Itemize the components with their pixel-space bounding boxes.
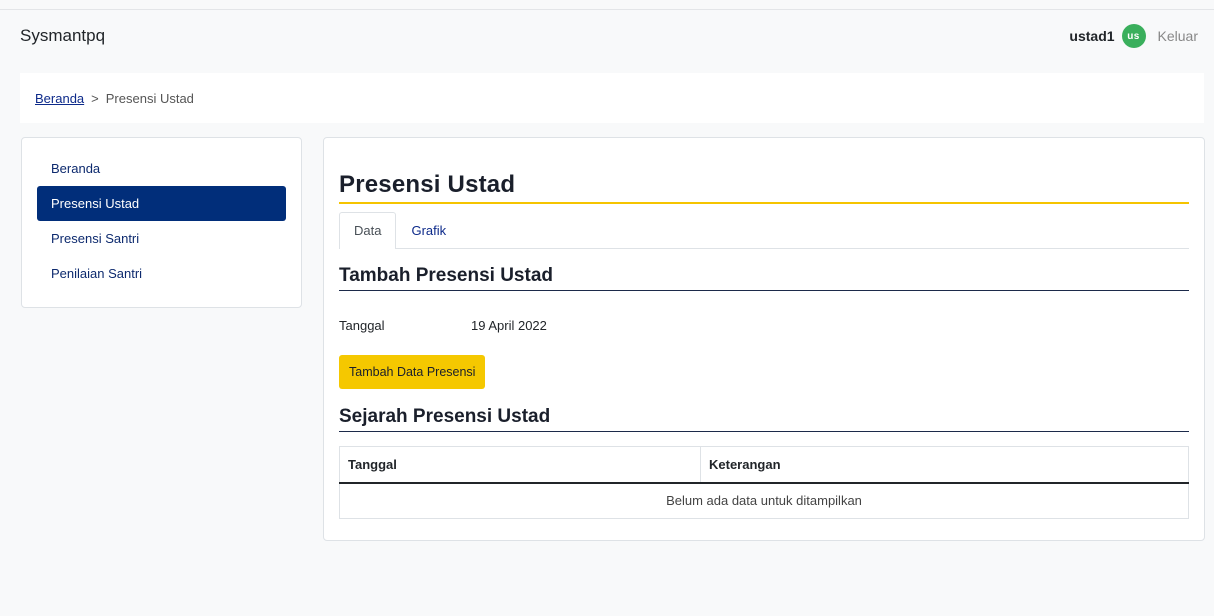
tab-grafik[interactable]: Grafik — [396, 212, 461, 248]
main-panel: Presensi Ustad Data Grafik Tambah Presen… — [323, 137, 1205, 541]
attendance-history-table: Tanggal Keterangan Belum ada data untuk … — [339, 446, 1189, 519]
tab-bar: Data Grafik — [339, 212, 1189, 249]
table-header-row: Tanggal Keterangan — [339, 446, 1189, 484]
date-label: Tanggal — [339, 317, 385, 333]
column-header-keterangan[interactable]: Keterangan — [700, 446, 1189, 484]
add-attendance-heading: Tambah Presensi Ustad — [339, 265, 1189, 291]
breadcrumb-home-link[interactable]: Beranda — [35, 91, 84, 106]
breadcrumb-current: Presensi Ustad — [105, 90, 194, 106]
page-title: Presensi Ustad — [339, 171, 1189, 204]
username: ustad1 — [1069, 28, 1115, 44]
empty-table-message: Belum ada data untuk ditampilkan — [666, 493, 862, 509]
date-value: 19 April 2022 — [471, 317, 547, 333]
sidebar-item-presensi-ustad[interactable]: Presensi Ustad — [37, 186, 286, 221]
logout-link[interactable]: Keluar — [1158, 28, 1198, 44]
sidebar: Beranda Presensi Ustad Presensi Santri P… — [21, 137, 302, 308]
sidebar-item-beranda[interactable]: Beranda — [37, 154, 286, 186]
add-attendance-button[interactable]: Tambah Data Presensi — [339, 355, 486, 389]
table-row: Belum ada data untuk ditampilkan — [340, 483, 1189, 519]
column-header-tanggal[interactable]: Tanggal — [339, 446, 701, 484]
tab-data[interactable]: Data — [339, 212, 397, 249]
sidebar-item-penilaian-santri[interactable]: Penilaian Santri — [37, 256, 286, 291]
breadcrumb: Beranda > Presensi Ustad — [20, 73, 1204, 123]
sidebar-item-presensi-santri[interactable]: Presensi Santri — [37, 221, 286, 256]
avatar[interactable]: us — [1121, 24, 1146, 48]
breadcrumb-separator: > — [91, 90, 99, 106]
attendance-history-heading: Sejarah Presensi Ustad — [339, 406, 1189, 432]
user-menu: ustad1 us Keluar — [1069, 24, 1198, 48]
date-field-row: Tanggal 19 April 2022 — [339, 315, 1189, 335]
top-navbar: Sysmantpq ustad1 us Keluar — [0, 10, 1214, 62]
app-brand[interactable]: Sysmantpq — [20, 26, 105, 46]
